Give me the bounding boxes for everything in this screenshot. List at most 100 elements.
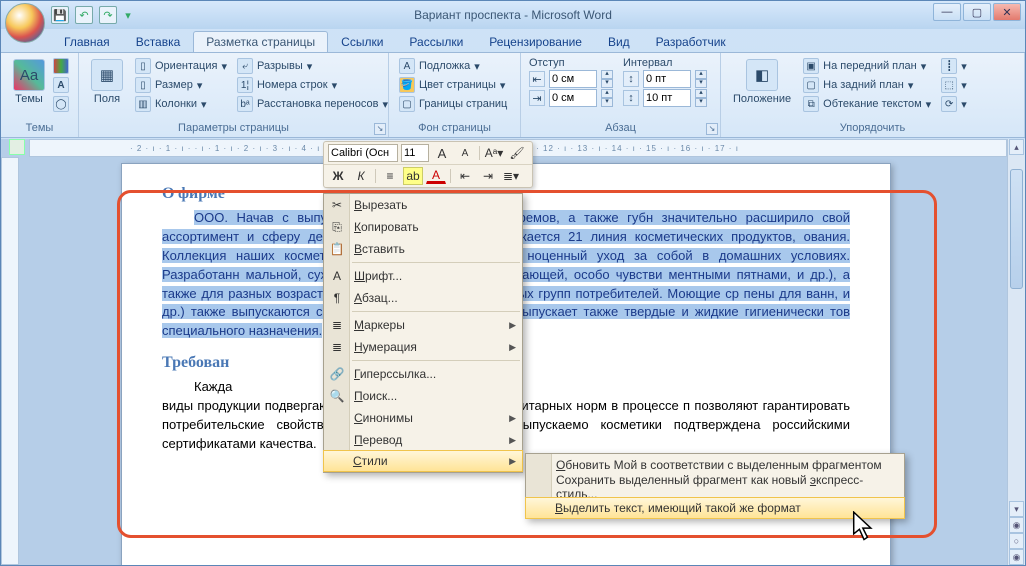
themes-icon: Aa (13, 59, 45, 91)
line-numbers-button[interactable]: 1¦Номера строк ▾ (235, 76, 390, 94)
context-menu-item[interactable]: Синонимы▶ (324, 407, 522, 429)
send-to-back-button[interactable]: ▢На задний план ▾ (801, 76, 933, 94)
mini-shrink-font-icon[interactable]: A (455, 144, 475, 162)
scroll-down-button[interactable]: ▾ (1009, 501, 1024, 517)
menu-item-icon (328, 431, 346, 449)
context-menu-item[interactable]: 🔍Поиск... (324, 385, 522, 407)
maximize-button[interactable]: ▢ (963, 3, 991, 21)
columns-button[interactable]: ▥Колонки ▾ (133, 95, 229, 113)
qat-redo-icon[interactable]: ↷ (99, 6, 117, 24)
mini-highlight-icon[interactable]: ab (403, 167, 423, 185)
menu-item-icon (328, 409, 346, 427)
paragraph-dialog-launcher[interactable]: ↘ (706, 123, 718, 135)
tab-insert[interactable]: Вставка (123, 31, 194, 52)
page-setup-dialog-launcher[interactable]: ↘ (374, 123, 386, 135)
context-menu-item[interactable]: ¶Абзац... (324, 287, 522, 309)
menu-item-icon: ¶ (328, 289, 346, 307)
theme-effects-button[interactable]: ◯ (51, 95, 71, 113)
context-menu-item[interactable]: ⎘Копировать (324, 216, 522, 238)
text-wrap-icon: ⧉ (803, 96, 819, 112)
mini-format-painter-icon[interactable]: 🖌 (507, 144, 527, 162)
size-button[interactable]: ▯Размер ▾ (133, 76, 229, 94)
context-menu-item[interactable]: Перевод▶ (324, 429, 522, 451)
mini-center-icon[interactable]: ≡ (380, 167, 400, 185)
breaks-button[interactable]: ⤶Разрывы ▾ (235, 57, 390, 75)
select-browse-object[interactable]: ○ (1009, 533, 1024, 549)
tab-view[interactable]: Вид (595, 31, 643, 52)
submenu-item[interactable]: Сохранить выделенный фрагмент как новый … (526, 476, 904, 498)
styles-submenu: Обновить Мой в соответствии с выделенным… (525, 453, 905, 519)
orientation-button[interactable]: ▯Ориентация ▾ (133, 57, 229, 75)
theme-fonts-button[interactable]: A (51, 76, 71, 94)
text-wrapping-button[interactable]: ⧉Обтекание текстом ▾ (801, 95, 933, 113)
spacing-after-icon: ↕ (623, 90, 639, 106)
menu-item-icon: ⎘ (328, 218, 346, 236)
mini-font-face[interactable] (328, 144, 398, 162)
mini-italic-icon[interactable]: К (351, 167, 371, 185)
send-back-icon: ▢ (803, 77, 819, 93)
group-button[interactable]: ⬚▾ (939, 76, 969, 94)
submenu-item[interactable]: Выделить текст, имеющий такой же формат (525, 497, 905, 519)
browse-prev-button[interactable]: ◉ (1009, 517, 1024, 533)
watermark-button[interactable]: AПодложка ▾ (397, 57, 512, 75)
mini-bullets-icon[interactable]: ≣▾ (501, 167, 521, 185)
office-button[interactable] (5, 3, 45, 43)
bucket-icon: 🪣 (399, 77, 415, 93)
indent-right-field[interactable]: ⇥▴▾ (529, 89, 613, 107)
context-menu-item[interactable]: ≣Маркеры▶ (324, 314, 522, 336)
qat-customize-icon[interactable]: ▾ (123, 6, 133, 24)
vertical-scrollbar[interactable]: ▴ ▾ ◉ ○ ◉ (1007, 139, 1025, 565)
page-borders-button[interactable]: ▢Границы страниц (397, 95, 512, 113)
themes-button[interactable]: Aa Темы (9, 57, 49, 113)
bring-to-front-button[interactable]: ▣На передний план ▾ (801, 57, 933, 75)
hyphenation-icon: bᵃ (237, 96, 253, 112)
indent-right-icon: ⇥ (529, 90, 545, 106)
margins-icon: ▦ (91, 59, 123, 91)
context-menu-item[interactable]: ≣Нумерация▶ (324, 336, 522, 358)
hyphenation-button[interactable]: bᵃРасстановка переносов ▾ (235, 95, 390, 113)
menu-item-icon: ≣ (328, 338, 346, 356)
mini-bold-icon[interactable]: Ж (328, 167, 348, 185)
mini-font-size[interactable] (401, 144, 429, 162)
margins-button[interactable]: ▦ Поля (87, 57, 127, 113)
page-color-button[interactable]: 🪣Цвет страницы ▾ (397, 76, 512, 94)
ruler-toggle[interactable] (9, 139, 25, 155)
borders-icon: ▢ (399, 96, 415, 112)
spacing-after-field[interactable]: ↕▴▾ (623, 89, 707, 107)
bring-front-icon: ▣ (803, 58, 819, 74)
theme-colors-button[interactable] (51, 57, 71, 75)
rotate-button[interactable]: ⟳▾ (939, 95, 969, 113)
mini-increase-indent-icon[interactable]: ⇥ (478, 167, 498, 185)
tab-review[interactable]: Рецензирование (476, 31, 595, 52)
browse-next-button[interactable]: ◉ (1009, 549, 1024, 565)
tab-home[interactable]: Главная (51, 31, 123, 52)
context-menu-item[interactable]: ✂Вырезать (324, 194, 522, 216)
context-menu: ✂Вырезать⎘Копировать📋Вставить AШрифт...¶А… (323, 193, 523, 473)
tab-developer[interactable]: Разработчик (643, 31, 739, 52)
vertical-ruler[interactable] (1, 157, 19, 565)
context-menu-item[interactable]: 📋Вставить (324, 238, 522, 260)
scroll-up-button[interactable]: ▴ (1009, 139, 1024, 155)
mini-change-case-icon[interactable]: Aᵃ▾ (484, 144, 504, 162)
qat-save-icon[interactable]: 💾 (51, 6, 69, 24)
scroll-thumb[interactable] (1010, 169, 1023, 289)
spacing-before-field[interactable]: ↕▴▾ (623, 70, 707, 88)
tab-page-layout[interactable]: Разметка страницы (193, 31, 328, 52)
mini-decrease-indent-icon[interactable]: ⇤ (455, 167, 475, 185)
minimize-button[interactable]: — (933, 3, 961, 21)
context-menu-item[interactable]: 🔗Гиперссылка... (324, 363, 522, 385)
close-button[interactable]: ✕ (993, 3, 1021, 21)
indent-label: Отступ (529, 57, 613, 69)
context-menu-item[interactable]: Стили▶ (323, 450, 523, 472)
indent-left-field[interactable]: ⇤▴▾ (529, 70, 613, 88)
group-label-page-setup: Параметры страницы (87, 122, 380, 135)
context-menu-item[interactable]: AШрифт... (324, 265, 522, 287)
mini-grow-font-icon[interactable]: A (432, 144, 452, 162)
tab-mailings[interactable]: Рассылки (396, 31, 476, 52)
align-button[interactable]: ┋▾ (939, 57, 969, 75)
position-button[interactable]: ◧ Положение (729, 57, 795, 113)
mini-font-color-icon[interactable]: A (426, 169, 446, 184)
qat-undo-icon[interactable]: ↶ (75, 6, 93, 24)
tab-references[interactable]: Ссылки (328, 31, 396, 52)
group-label-paragraph: Абзац (529, 122, 712, 135)
